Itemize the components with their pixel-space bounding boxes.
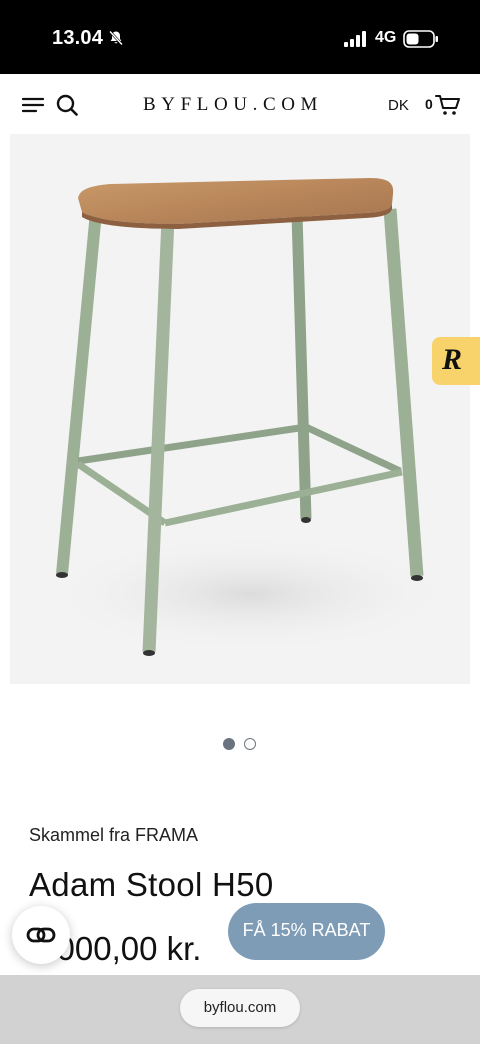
cart-count: 0 [425, 96, 433, 112]
product-image[interactable] [10, 134, 470, 684]
signal-icon [344, 31, 366, 47]
search-icon[interactable] [56, 94, 78, 116]
stool-photo [40, 178, 460, 656]
url-bar[interactable]: byflou.com [180, 989, 300, 1027]
carousel-dot[interactable] [244, 738, 256, 750]
cart-icon[interactable] [435, 94, 461, 116]
product-brand-line: Skammel fra FRAMA [29, 825, 199, 845]
carousel-dot-active[interactable] [223, 738, 235, 750]
menu-icon[interactable] [22, 96, 44, 114]
reviews-widget-tab[interactable]: R [432, 337, 480, 385]
site-header: BYFLOU.COM DK 0 [0, 74, 480, 136]
discount-button[interactable]: FÅ 15% RABAT [228, 903, 385, 960]
status-bar: 13.04 4G [0, 0, 480, 74]
share-link-button[interactable] [12, 906, 70, 964]
product-title: Adam Stool H50 [29, 866, 274, 903]
language-selector[interactable]: DK [388, 97, 409, 114]
network-label: 4G [375, 29, 397, 46]
browser-bar: byflou.com [0, 975, 480, 1044]
battery-icon [403, 30, 438, 48]
site-logo[interactable]: BYFLOU.COM [143, 94, 323, 116]
carousel-indicator [223, 738, 263, 752]
link-icon [26, 927, 56, 943]
reviews-logo: R [442, 343, 463, 376]
status-time: 13.04 [52, 27, 104, 49]
bell-slash-icon [109, 30, 123, 46]
